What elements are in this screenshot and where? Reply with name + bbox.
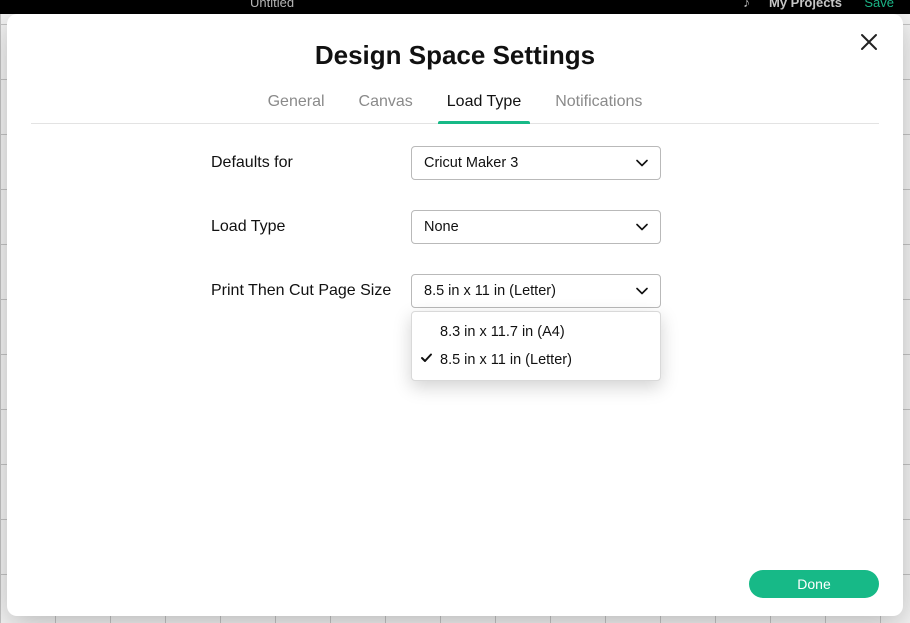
label-page-size: Print Then Cut Page Size (211, 282, 411, 300)
select-defaults-for[interactable]: Cricut Maker 3 (411, 146, 661, 180)
label-defaults-for: Defaults for (211, 154, 411, 172)
chevron-down-icon (636, 219, 648, 235)
check-icon (420, 352, 433, 369)
select-value: None (424, 219, 459, 235)
row-defaults-for: Defaults for Cricut Maker 3 (211, 146, 699, 180)
option-label: 8.3 in x 11.7 in (A4) (440, 324, 565, 340)
label-load-type: Load Type (211, 218, 411, 236)
settings-modal: Design Space Settings General Canvas Loa… (7, 14, 903, 616)
save-link: Save (864, 0, 894, 10)
row-page-size: Print Then Cut Page Size 8.5 in x 11 in … (211, 274, 699, 308)
tab-notifications[interactable]: Notifications (555, 93, 642, 123)
settings-form: Defaults for Cricut Maker 3 Load Type No… (31, 146, 879, 308)
app-topbar: Untitled ♪ My Projects Save (0, 0, 910, 14)
modal-footer: Done (749, 570, 879, 598)
done-button[interactable]: Done (749, 570, 879, 598)
page-size-option-a4[interactable]: 8.3 in x 11.7 in (A4) (412, 318, 660, 346)
tab-load-type[interactable]: Load Type (447, 93, 521, 123)
tabs: General Canvas Load Type Notifications (31, 93, 879, 124)
chevron-down-icon (636, 283, 648, 299)
my-projects-link: My Projects (769, 0, 842, 10)
modal-title: Design Space Settings (31, 40, 879, 71)
select-value: Cricut Maker 3 (424, 155, 518, 171)
row-load-type: Load Type None (211, 210, 699, 244)
document-title: Untitled (250, 0, 294, 10)
tab-canvas[interactable]: Canvas (359, 93, 413, 123)
select-value: 8.5 in x 11 in (Letter) (424, 283, 556, 299)
page-size-dropdown: 8.3 in x 11.7 in (A4) 8.5 in x 11 in (Le… (411, 311, 661, 381)
option-label: 8.5 in x 11 in (Letter) (440, 352, 572, 368)
user-icon: ♪ (743, 0, 750, 10)
close-icon (860, 33, 878, 51)
select-page-size[interactable]: 8.5 in x 11 in (Letter) (411, 274, 661, 308)
page-size-option-letter[interactable]: 8.5 in x 11 in (Letter) (412, 346, 660, 374)
chevron-down-icon (636, 155, 648, 171)
tab-general[interactable]: General (268, 93, 325, 123)
select-load-type[interactable]: None (411, 210, 661, 244)
close-button[interactable] (855, 28, 883, 56)
